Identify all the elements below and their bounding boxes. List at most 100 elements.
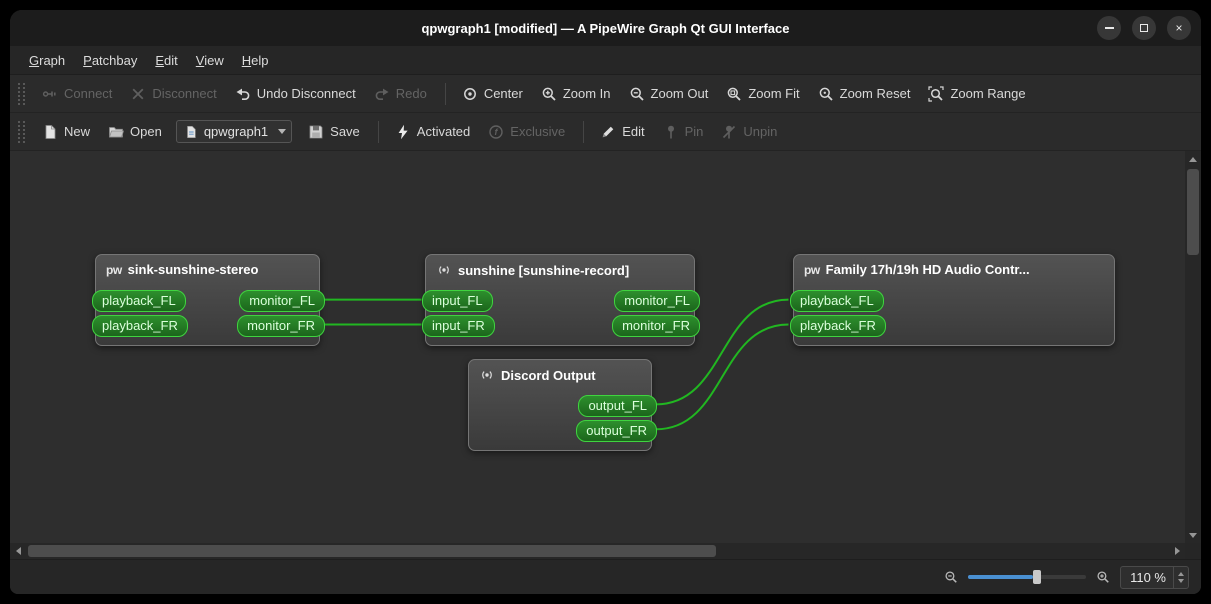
zoom-in-icon[interactable] (1096, 570, 1110, 584)
port-monitor-fr[interactable]: monitor_FR (612, 315, 700, 337)
zoom-value[interactable]: 110 % (1121, 567, 1173, 588)
pencil-icon (602, 126, 614, 137)
node-family-hd-audio[interactable]: pw Family 17h/19h HD Audio Contr... play… (790, 254, 1115, 346)
new-file-icon (45, 124, 56, 139)
svg-text:f: f (495, 127, 499, 137)
toolbar-drag-handle[interactable] (18, 82, 25, 105)
port-input-fr[interactable]: input_FR (422, 315, 495, 337)
node-sink-sunshine-stereo[interactable]: pw sink-sunshine-stereo playback_FL play… (92, 254, 325, 346)
port-output-fl[interactable]: output_FL (578, 395, 657, 417)
zoom-spin-buttons (1173, 566, 1188, 588)
center-button[interactable]: Center (454, 82, 531, 106)
toolbar-drag-handle[interactable] (18, 120, 25, 143)
scroll-down-button[interactable] (1185, 527, 1201, 543)
zoom-range-button[interactable]: Zoom Range (920, 82, 1033, 106)
open-button[interactable]: Open (100, 120, 170, 144)
zoom-out-button[interactable]: Zoom Out (621, 82, 717, 106)
zoom-out-icon[interactable] (944, 570, 958, 584)
node-discord-output[interactable]: Discord Output output_FL output_FR (468, 359, 657, 451)
port-monitor-fr[interactable]: monitor_FR (237, 315, 325, 337)
port-playback-fr[interactable]: playback_FR (92, 315, 188, 337)
stream-icon (482, 371, 492, 379)
scrollbar-corner (1185, 543, 1201, 559)
session-file-icon (186, 125, 196, 138)
menu-patchbay[interactable]: Patchbay (74, 46, 146, 74)
exclusive-icon: f (489, 124, 503, 139)
redo-button[interactable]: Redo (366, 82, 435, 106)
session-combobox[interactable]: qpwgraph1 (175, 120, 293, 143)
graph-canvas[interactable]: pw sink-sunshine-stereo playback_FL play… (10, 151, 1185, 543)
minimize-button[interactable] (1097, 16, 1121, 40)
save-icon (309, 125, 323, 138)
node-title: sunshine [sunshine-record] (458, 262, 630, 278)
zoom-fit-icon (727, 87, 741, 101)
zoom-in-button[interactable]: Zoom In (533, 82, 619, 106)
new-button[interactable]: New (34, 120, 98, 144)
node-title: sink-sunshine-stereo (127, 262, 259, 277)
toolbar-separator (583, 120, 585, 143)
pin-icon (667, 125, 674, 138)
window-title: qpwgraph1 [modified] — A PipeWire Graph … (421, 20, 790, 36)
lightning-icon (398, 124, 408, 139)
spin-down-button[interactable] (1178, 578, 1184, 583)
spin-up-button[interactable] (1178, 571, 1184, 576)
app-window: qpwgraph1 [modified] — A PipeWire Graph … (10, 10, 1201, 594)
scroll-right-button[interactable] (1169, 543, 1185, 559)
statusbar: 110 % (10, 559, 1201, 594)
node-sunshine-record[interactable]: sunshine [sunshine-record] input_FL inpu… (422, 254, 700, 346)
center-icon (463, 87, 476, 100)
maximize-button[interactable] (1132, 16, 1156, 40)
minimize-icon (1104, 27, 1114, 29)
vertical-scroll-thumb[interactable] (1187, 169, 1199, 255)
toolbar-file: New Open qpwgraph1 Save Activated f Excl… (10, 113, 1201, 151)
undo-disconnect-button[interactable]: Undo Disconnect (227, 82, 364, 106)
zoom-in-icon (542, 87, 556, 101)
port-playback-fr[interactable]: playback_FR (790, 315, 886, 337)
port-playback-fl[interactable]: playback_FL (790, 290, 884, 312)
arrow-up-icon (1189, 156, 1197, 162)
menu-view[interactable]: View (187, 46, 233, 74)
titlebar[interactable]: qpwgraph1 [modified] — A PipeWire Graph … (10, 10, 1201, 46)
close-icon: × (1175, 21, 1183, 35)
connect-button[interactable]: Connect (34, 82, 120, 106)
zoom-slider-fill (968, 575, 1033, 579)
menu-edit[interactable]: Edit (146, 46, 186, 74)
horizontal-scrollbar[interactable] (10, 543, 1185, 559)
port-playback-fl[interactable]: playback_FL (92, 290, 186, 312)
port-monitor-fl[interactable]: monitor_FL (614, 290, 700, 312)
disconnect-icon (132, 88, 144, 99)
disconnect-button[interactable]: Disconnect (122, 82, 224, 106)
toolbar-main: Connect Disconnect Undo Disconnect Redo (10, 75, 1201, 113)
port-monitor-fl[interactable]: monitor_FL (239, 290, 325, 312)
zoom-slider-handle[interactable] (1032, 570, 1041, 584)
toolbar-separator (377, 120, 379, 143)
edit-button[interactable]: Edit (592, 120, 652, 144)
unpin-button[interactable]: Unpin (713, 120, 785, 144)
port-output-fr[interactable]: output_FR (576, 420, 657, 442)
save-button[interactable]: Save (300, 120, 368, 144)
close-button[interactable]: × (1167, 16, 1191, 40)
horizontal-scroll-thumb[interactable] (28, 545, 716, 557)
node-title: Discord Output (501, 367, 596, 383)
activated-button[interactable]: Activated (387, 120, 478, 144)
zoom-slider[interactable] (968, 569, 1087, 585)
zoom-fit-button[interactable]: Zoom Fit (718, 82, 807, 106)
connect-icon (42, 90, 56, 97)
port-input-fl[interactable]: input_FL (422, 290, 493, 312)
menu-help[interactable]: Help (233, 46, 278, 74)
menubar: Graph Patchbay Edit View Help (10, 46, 1201, 75)
zoom-spinbox[interactable]: 110 % (1120, 565, 1189, 589)
exclusive-button[interactable]: f Exclusive (480, 120, 573, 144)
toolbar-separator (444, 82, 446, 105)
pin-button[interactable]: Pin (655, 120, 712, 144)
zoom-range-icon (928, 85, 945, 102)
scroll-up-button[interactable] (1185, 151, 1201, 167)
open-folder-icon (108, 126, 125, 137)
scroll-left-button[interactable] (10, 543, 26, 559)
zoom-reset-button[interactable]: Zoom Reset (810, 82, 919, 106)
zoom-out-icon (630, 87, 644, 101)
canvas-area: pw sink-sunshine-stereo playback_FL play… (10, 151, 1201, 559)
vertical-scrollbar[interactable] (1185, 151, 1201, 543)
window-controls: × (1097, 10, 1191, 46)
menu-graph[interactable]: Graph (20, 46, 74, 74)
